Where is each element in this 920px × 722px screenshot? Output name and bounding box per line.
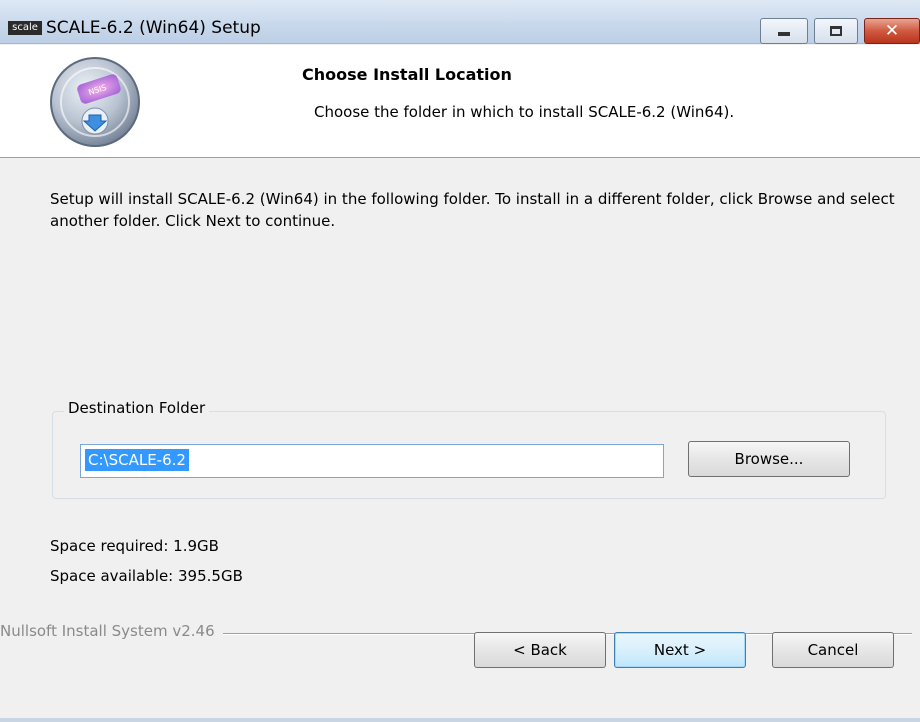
page-subtitle: Choose the folder in which to install SC… [314, 103, 735, 121]
maximize-icon [830, 26, 842, 36]
minimize-icon [778, 32, 790, 36]
destination-folder-legend: Destination Folder [64, 399, 210, 417]
minimize-button[interactable] [760, 18, 808, 44]
wizard-header: NSIS Choose Install Location Choose the … [0, 45, 920, 158]
page-title: Choose Install Location [302, 65, 512, 84]
destination-path-input[interactable]: C:\SCALE-6.2 [80, 444, 664, 478]
branding-text: Nullsoft Install System v2.46 [0, 622, 223, 640]
window-title: SCALE-6.2 (Win64) Setup [46, 18, 261, 38]
installer-disc-icon: NSIS [50, 57, 140, 147]
back-button[interactable]: < Back [474, 632, 606, 668]
next-button[interactable]: Next > [614, 632, 746, 668]
maximize-button[interactable] [814, 18, 858, 44]
intro-text: Setup will install SCALE-6.2 (Win64) in … [50, 190, 895, 230]
app-icon: scale [8, 21, 42, 35]
close-icon: ✕ [884, 20, 900, 41]
destination-path-value: C:\SCALE-6.2 [85, 449, 189, 471]
window-bottom-edge [0, 718, 920, 722]
close-button[interactable]: ✕ [864, 18, 920, 44]
browse-button[interactable]: Browse... [688, 441, 850, 477]
space-required-text: Space required: 1.9GB [50, 537, 219, 555]
title-bar: scale SCALE-6.2 (Win64) Setup ✕ [0, 0, 920, 44]
space-available-text: Space available: 395.5GB [50, 567, 243, 585]
cancel-button[interactable]: Cancel [772, 632, 894, 668]
